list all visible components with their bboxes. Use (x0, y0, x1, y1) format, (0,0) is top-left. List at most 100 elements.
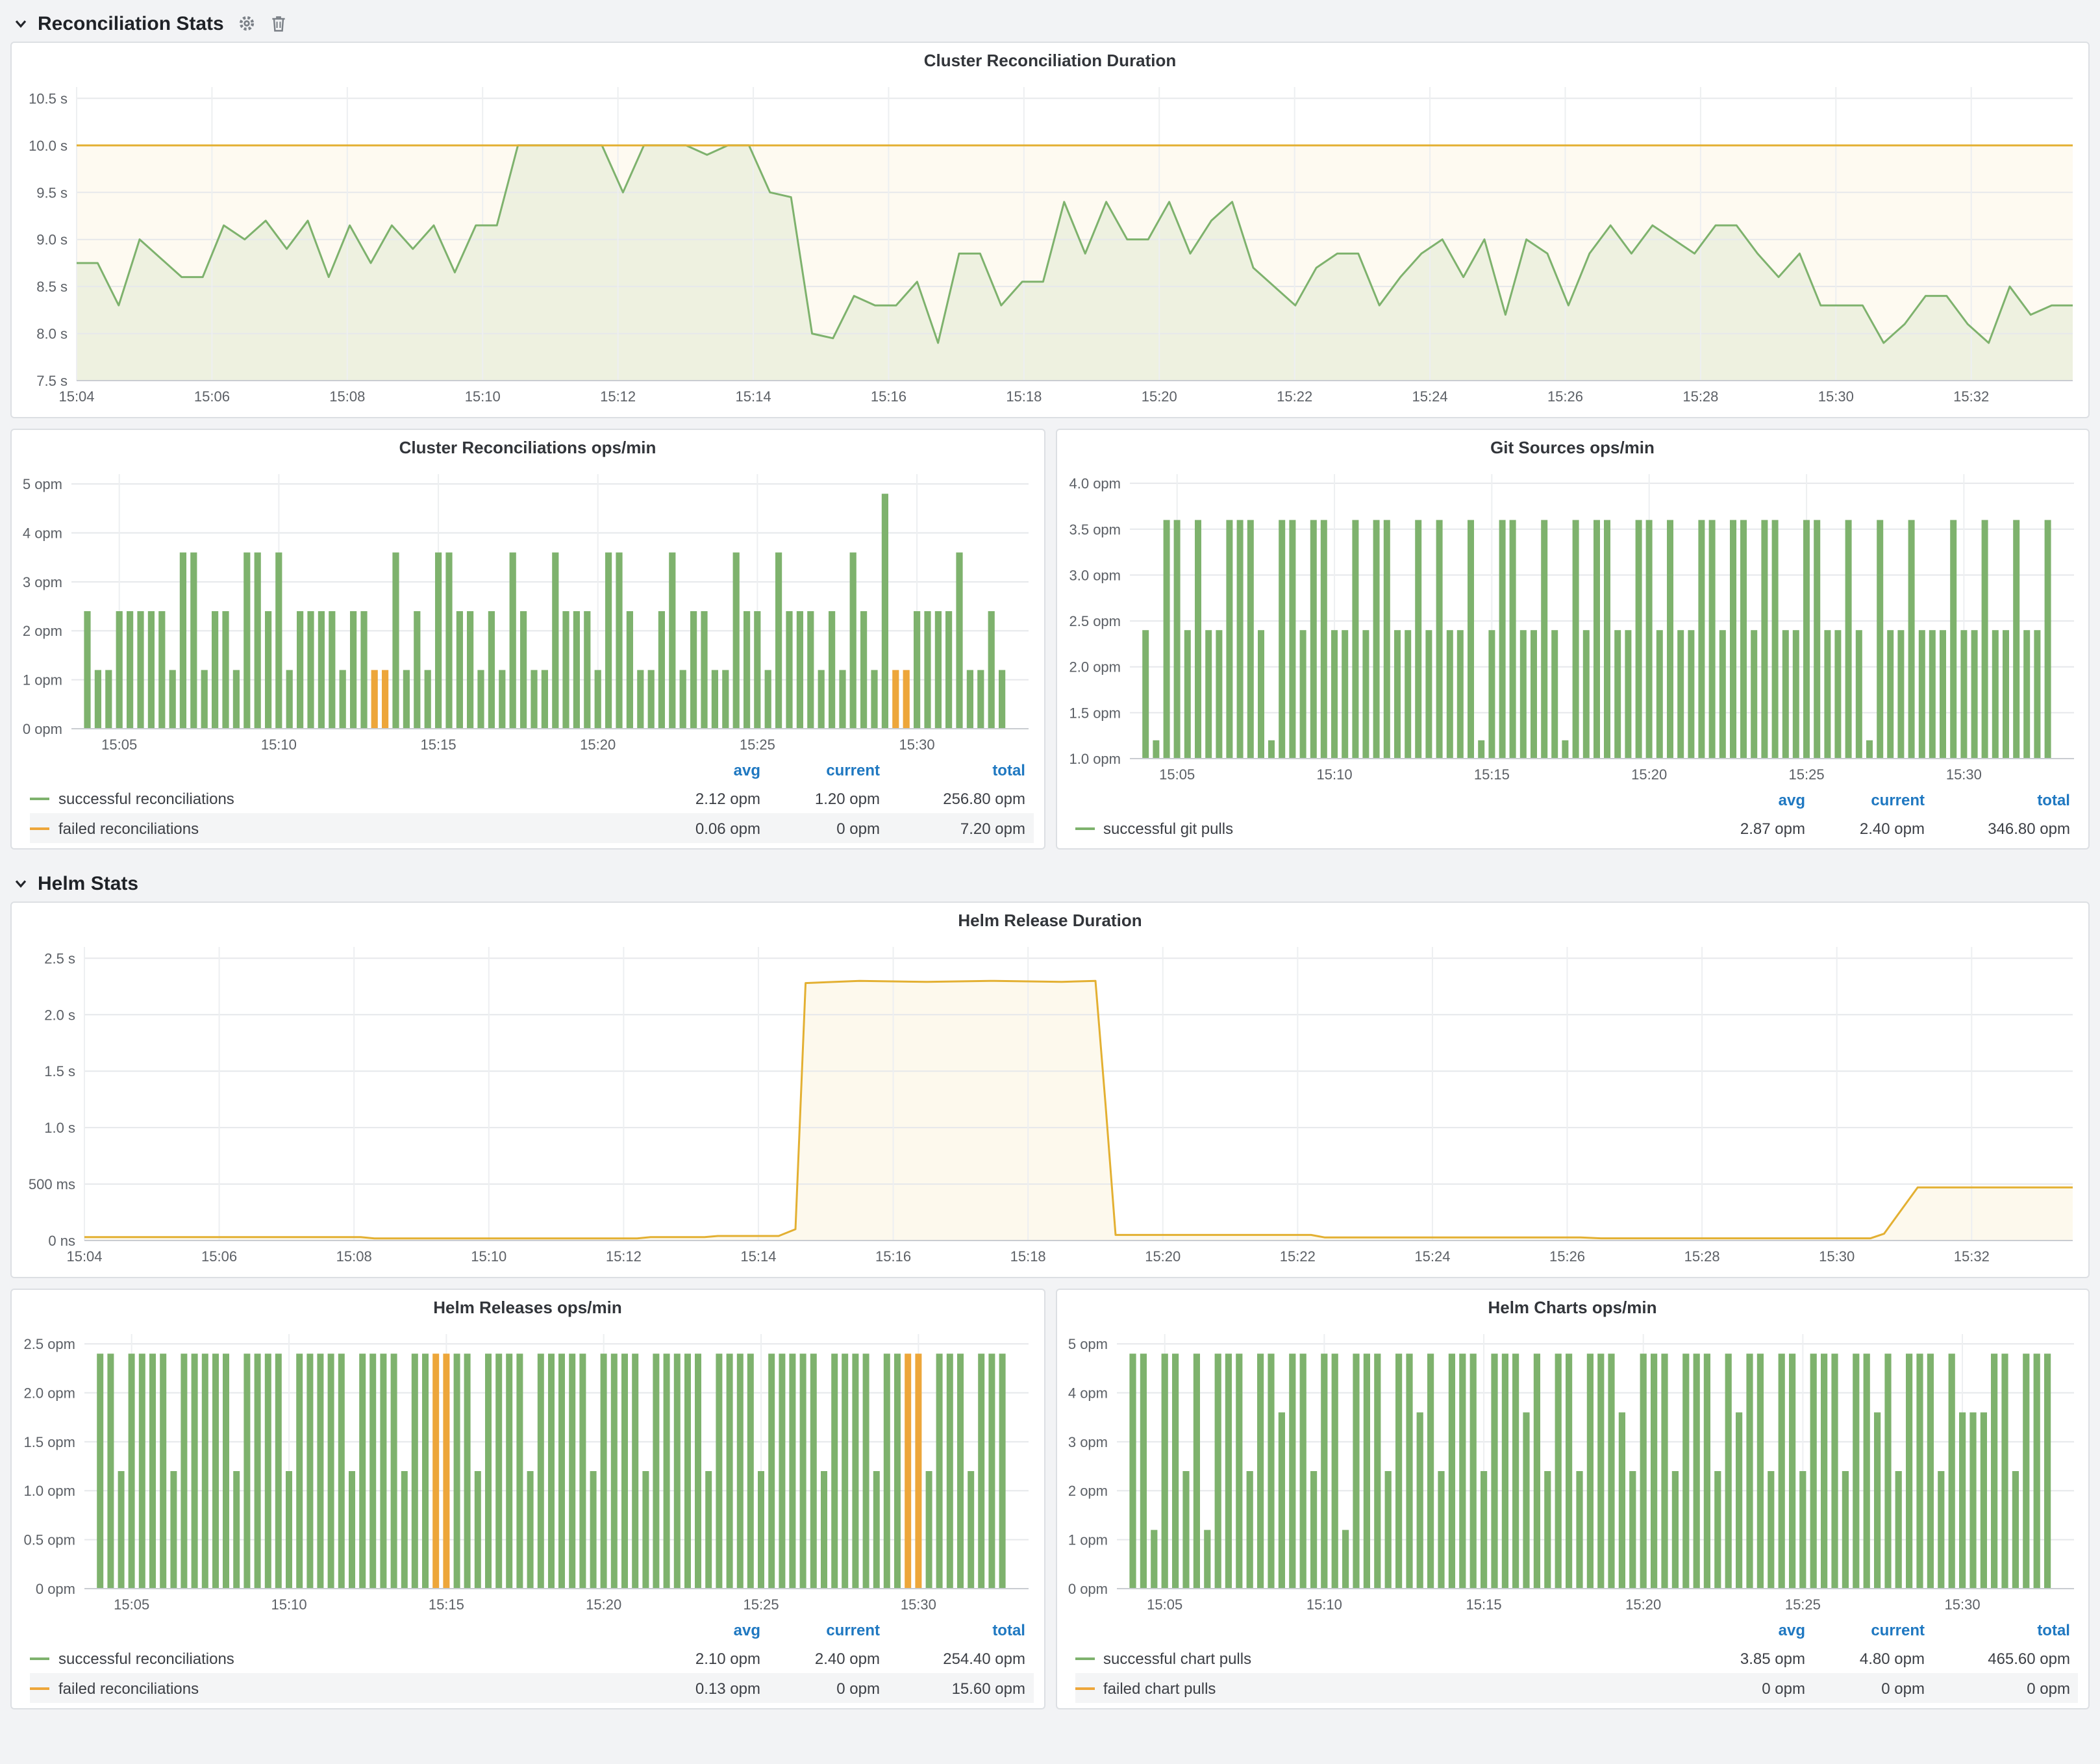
legend-sort-total[interactable]: total (880, 1621, 1033, 1639)
section-title: Helm Stats (38, 872, 138, 894)
legend-row-successful-reconciliations: successful reconciliations 2.12 opm 1.20… (30, 783, 1033, 813)
legend-sort-current[interactable]: current (760, 761, 880, 779)
cluster-reconciliations-opm-chart[interactable]: 5 opm4 opm3 opm2 opm1 opm0 opm15:0515:10… (14, 464, 1041, 757)
svg-text:0 ns: 0 ns (48, 1233, 75, 1249)
svg-text:15:20: 15:20 (1631, 766, 1666, 783)
svg-text:15:15: 15:15 (421, 737, 456, 753)
legend-current-value: 1.20 opm (760, 789, 880, 807)
section-header-reconciliation-stats[interactable]: Reconciliation Stats (10, 5, 2090, 42)
svg-text:1.5 opm: 1.5 opm (24, 1434, 76, 1450)
svg-text:15:30: 15:30 (1945, 766, 1981, 783)
cluster-reconciliation-duration-chart[interactable]: 10.5 s10.0 s9.5 s9.0 s8.5 s8.0 s7.5 s15:… (14, 77, 2086, 409)
legend-total-value: 346.80 opm (1925, 819, 2078, 837)
svg-text:15:22: 15:22 (1280, 1248, 1316, 1265)
svg-text:15:16: 15:16 (871, 388, 906, 405)
panel-title-cluster-reconciliation-duration[interactable]: Cluster Reconciliation Duration (12, 43, 2088, 77)
panel-cluster-reconciliation-duration: Cluster Reconciliation Duration 10.5 s10… (10, 42, 2090, 418)
svg-text:0.5 opm: 0.5 opm (24, 1532, 76, 1548)
svg-text:15:10: 15:10 (261, 737, 297, 753)
panel-title-helm-release-duration[interactable]: Helm Release Duration (12, 903, 2088, 937)
legend-total-value: 256.80 opm (880, 789, 1033, 807)
legend-row-failed-reconciliations: failed reconciliations 0.13 opm 0 opm 15… (30, 1673, 1033, 1703)
row-cluster-duration: Cluster Reconciliation Duration 10.5 s10… (10, 42, 2090, 418)
section-header-helm-stats[interactable]: Helm Stats (10, 865, 2090, 901)
legend-series-label: successful reconciliations (58, 1649, 234, 1667)
svg-text:1.5 s: 1.5 s (44, 1063, 75, 1079)
helm-charts-opm-chart[interactable]: 5 opm4 opm3 opm2 opm1 opm0 opm15:0515:10… (1059, 1324, 2086, 1617)
legend-sort-avg[interactable]: avg (1686, 791, 1805, 809)
legend-current-value: 0 opm (1805, 1679, 1925, 1697)
legend-series-label: successful reconciliations (58, 789, 234, 807)
trash-icon[interactable] (271, 14, 288, 32)
legend-series-toggle[interactable]: failed chart pulls (1075, 1679, 1686, 1697)
panel-git-sources-opm: Git Sources ops/min 4.0 opm3.5 opm3.0 op… (1055, 429, 2090, 850)
panel-title-git-sources-opm[interactable]: Git Sources ops/min (1056, 430, 2088, 464)
legend-series-toggle[interactable]: failed reconciliations (30, 819, 641, 837)
legend-current-value: 2.40 opm (760, 1649, 880, 1667)
legend-series-label: successful git pulls (1103, 819, 1233, 837)
svg-text:15:32: 15:32 (1953, 388, 1989, 405)
svg-text:2.0 opm: 2.0 opm (1069, 659, 1121, 675)
svg-text:15:10: 15:10 (1316, 766, 1352, 783)
legend-sort-total[interactable]: total (1925, 1621, 2078, 1639)
legend-series-toggle[interactable]: failed reconciliations (30, 1679, 641, 1697)
svg-text:15:08: 15:08 (336, 1248, 372, 1265)
legend-series-toggle[interactable]: successful reconciliations (30, 789, 641, 807)
git-sources-opm-chart[interactable]: 4.0 opm3.5 opm3.0 opm2.5 opm2.0 opm1.5 o… (1059, 464, 2086, 787)
svg-text:15:24: 15:24 (1414, 1248, 1450, 1265)
legend-series-toggle[interactable]: successful reconciliations (30, 1649, 641, 1667)
panel-title-cluster-reconciliations-opm[interactable]: Cluster Reconciliations ops/min (12, 430, 1044, 464)
svg-text:15:26: 15:26 (1547, 388, 1583, 405)
series-color-dash (1075, 1687, 1094, 1689)
gear-icon[interactable] (238, 14, 256, 32)
svg-text:15:05: 15:05 (1146, 1596, 1182, 1613)
legend-helm-releases: avg current total successful reconciliat… (12, 1617, 1044, 1708)
legend-sort-current[interactable]: current (760, 1621, 880, 1639)
svg-text:15:10: 15:10 (1306, 1596, 1342, 1613)
helm-releases-opm-chart[interactable]: 2.5 opm2.0 opm1.5 opm1.0 opm0.5 opm0 opm… (14, 1324, 1041, 1617)
chevron-down-icon (13, 16, 29, 31)
legend-sort-current[interactable]: current (1805, 1621, 1925, 1639)
legend-sort-total[interactable]: total (1925, 791, 2078, 809)
legend-row-failed-chart-pulls: failed chart pulls 0 opm 0 opm 0 opm (1075, 1673, 2078, 1703)
legend-cluster-reconciliations: avg current total successful reconciliat… (12, 757, 1044, 848)
legend-total-value: 0 opm (1925, 1679, 2078, 1697)
svg-text:1.0 opm: 1.0 opm (24, 1483, 76, 1499)
svg-text:15:26: 15:26 (1549, 1248, 1585, 1265)
svg-text:15:20: 15:20 (1142, 388, 1177, 405)
legend-sort-current[interactable]: current (1805, 791, 1925, 809)
svg-text:15:06: 15:06 (201, 1248, 237, 1265)
legend-series-toggle[interactable]: successful git pulls (1075, 819, 1686, 837)
legend-header-row: avg current total (1075, 787, 2078, 813)
chevron-down-icon (13, 876, 29, 891)
svg-text:4 opm: 4 opm (1068, 1385, 1107, 1401)
svg-text:15:08: 15:08 (329, 388, 365, 405)
helm-release-duration-chart[interactable]: 2.5 s2.0 s1.5 s1.0 s500 ms0 ns15:0415:06… (14, 937, 2086, 1269)
panel-title-helm-releases-opm[interactable]: Helm Releases ops/min (12, 1290, 1044, 1324)
svg-text:3 opm: 3 opm (23, 574, 62, 590)
svg-text:15:05: 15:05 (1158, 766, 1194, 783)
svg-text:15:10: 15:10 (271, 1596, 307, 1613)
svg-text:15:05: 15:05 (101, 737, 137, 753)
svg-text:9.5 s: 9.5 s (36, 184, 68, 201)
legend-sort-avg[interactable]: avg (1686, 1621, 1805, 1639)
svg-text:15:30: 15:30 (1818, 388, 1854, 405)
legend-sort-total[interactable]: total (880, 761, 1033, 779)
svg-text:15:28: 15:28 (1684, 1248, 1720, 1265)
svg-text:2.5 opm: 2.5 opm (1069, 613, 1121, 629)
legend-series-toggle[interactable]: successful chart pulls (1075, 1649, 1686, 1667)
legend-row-successful-chart-pulls: successful chart pulls 3.85 opm 4.80 opm… (1075, 1643, 2078, 1673)
series-color-dash (30, 827, 49, 829)
legend-sort-avg[interactable]: avg (641, 1621, 760, 1639)
svg-text:4.0 opm: 4.0 opm (1069, 475, 1121, 492)
svg-text:0 opm: 0 opm (36, 1581, 75, 1597)
panel-title-helm-charts-opm[interactable]: Helm Charts ops/min (1056, 1290, 2088, 1324)
legend-current-value: 4.80 opm (1805, 1649, 1925, 1667)
legend-sort-avg[interactable]: avg (641, 761, 760, 779)
legend-total-value: 15.60 opm (880, 1679, 1033, 1697)
svg-text:15:30: 15:30 (901, 1596, 936, 1613)
svg-text:15:18: 15:18 (1010, 1248, 1046, 1265)
legend-avg-value: 2.12 opm (641, 789, 760, 807)
legend-current-value: 0 opm (760, 819, 880, 837)
series-color-dash (30, 1657, 49, 1659)
